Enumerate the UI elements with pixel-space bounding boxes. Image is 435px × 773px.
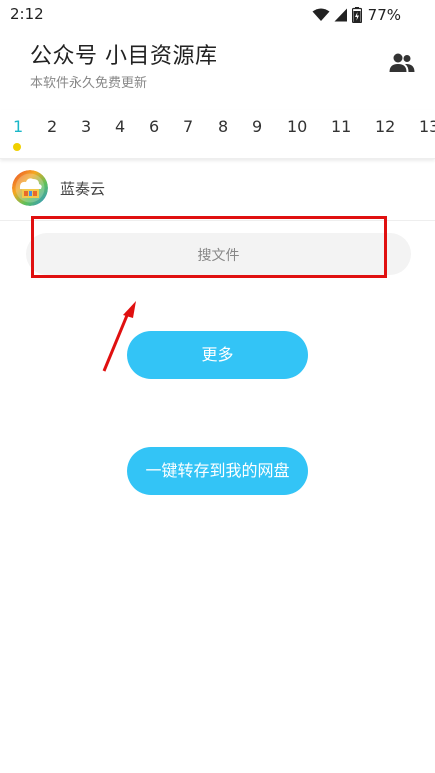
search-placeholder: 搜文件 (197, 248, 240, 264)
source-item-lanzou[interactable]: 蓝奏云 (0, 162, 435, 221)
battery-percent: 77% (367, 6, 401, 24)
tab-9[interactable]: 9 (252, 117, 262, 136)
page-subtitle: 本软件永久免费更新 (30, 76, 148, 91)
tab-7[interactable]: 7 (183, 117, 193, 136)
tab-11[interactable]: 11 (331, 117, 351, 136)
status-time: 2:12 (10, 5, 44, 23)
tab-4[interactable]: 4 (115, 117, 125, 136)
signal-icon (334, 8, 347, 22)
tab-3[interactable]: 3 (81, 117, 91, 136)
tab-6[interactable]: 6 (149, 117, 159, 136)
wifi-icon (312, 8, 330, 21)
tab-1[interactable]: 1 (13, 117, 23, 136)
page-title: 公众号 小目资源库 (30, 44, 218, 69)
number-tab-bar: 1 2 3 4 6 7 8 9 10 11 12 13 (0, 110, 435, 159)
tab-8[interactable]: 8 (218, 117, 228, 136)
battery-icon (351, 7, 362, 23)
tab-2[interactable]: 2 (47, 117, 57, 136)
status-indicators: 77% (312, 6, 401, 24)
tab-10[interactable]: 10 (287, 117, 307, 136)
source-label: 蓝奏云 (60, 180, 106, 198)
more-button[interactable]: 更多 (127, 331, 308, 379)
tab-12[interactable]: 12 (375, 117, 395, 136)
tab-13[interactable]: 13 (419, 117, 435, 136)
active-tab-indicator (13, 143, 21, 151)
save-to-netdisk-button[interactable]: 一键转存到我的网盘 (127, 447, 308, 495)
app-screen: 2:12 77% 公众号 小目资源库 本软件永久免费更新 1 2 3 4 6 7… (0, 0, 435, 773)
app-header: 公众号 小目资源库 本软件永久免费更新 (0, 30, 435, 110)
status-bar: 2:12 77% (0, 0, 435, 30)
search-input[interactable]: 搜文件 (26, 233, 411, 275)
lanzou-cloud-icon (12, 170, 48, 206)
users-icon[interactable] (389, 52, 415, 74)
